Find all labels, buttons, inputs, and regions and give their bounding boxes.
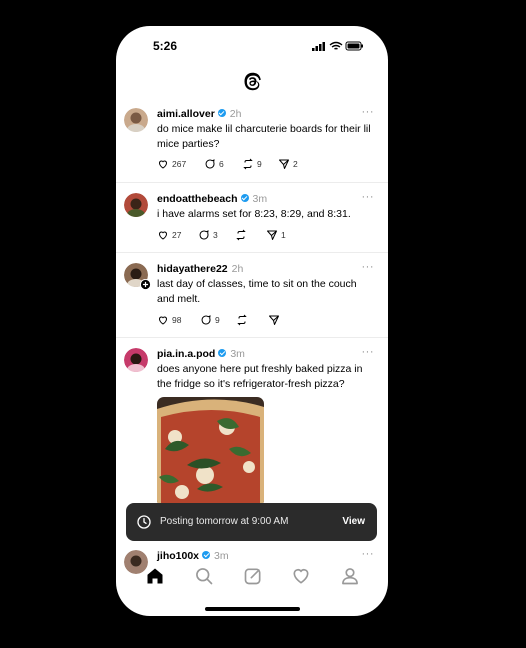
like-button[interactable]: 27 bbox=[157, 229, 181, 241]
more-options-icon[interactable]: ··· bbox=[362, 261, 375, 273]
like-button[interactable]: 267 bbox=[157, 158, 186, 170]
follow-plus-icon[interactable] bbox=[140, 279, 151, 290]
reply-button[interactable]: 6 bbox=[204, 158, 224, 170]
status-bar: 5:26 bbox=[116, 26, 388, 66]
repost-icon bbox=[243, 158, 253, 170]
share-count: 2 bbox=[293, 159, 298, 169]
clock-icon bbox=[137, 515, 151, 529]
reply-count: 3 bbox=[213, 230, 218, 240]
repost-button[interactable]: 9 bbox=[242, 158, 262, 170]
search-icon[interactable] bbox=[194, 566, 214, 586]
like-count: 98 bbox=[172, 315, 182, 325]
repost-icon bbox=[236, 229, 246, 241]
post-text: i have alarms set for 8:23, 8:29, and 8:… bbox=[157, 208, 351, 220]
post-time: 3m bbox=[214, 550, 229, 562]
post[interactable]: aimi.allover 2h ··· do mice make lil char… bbox=[116, 104, 388, 183]
share-button[interactable] bbox=[268, 314, 280, 326]
scheduled-post-toast: Posting tomorrow at 9:00 AM View bbox=[126, 503, 377, 541]
username[interactable]: endoatthebeach bbox=[157, 193, 238, 205]
compose-icon[interactable] bbox=[243, 566, 263, 586]
post-photo[interactable] bbox=[157, 397, 264, 507]
home-icon[interactable] bbox=[145, 566, 165, 586]
share-icon bbox=[267, 230, 277, 240]
repost-icon bbox=[237, 314, 247, 326]
share-icon bbox=[269, 315, 279, 325]
reply-icon bbox=[205, 159, 215, 169]
username[interactable]: hidayathere22 bbox=[157, 263, 228, 275]
verified-badge-icon bbox=[217, 109, 226, 117]
reply-count: 6 bbox=[219, 159, 224, 169]
like-button[interactable]: 98 bbox=[157, 314, 181, 326]
heart-icon bbox=[158, 316, 168, 325]
profile-icon[interactable] bbox=[340, 566, 360, 586]
toast-message: Posting tomorrow at 9:00 AM bbox=[160, 516, 289, 527]
post[interactable]: jiho100x 3m ··· bbox=[116, 546, 388, 574]
phone-screen: 5:26 aimi.allover 2h ··· do mice make lil… bbox=[116, 26, 388, 616]
avatar[interactable] bbox=[124, 348, 148, 372]
reply-button[interactable]: 3 bbox=[198, 229, 218, 241]
share-button[interactable]: 1 bbox=[266, 229, 286, 241]
post-text: do mice make lil charcuterie boards for … bbox=[157, 123, 371, 150]
status-icons bbox=[312, 41, 363, 51]
verified-badge-icon bbox=[240, 194, 249, 202]
share-icon bbox=[279, 159, 289, 169]
post-time: 3m bbox=[230, 348, 245, 360]
verified-badge-icon bbox=[202, 551, 211, 559]
bottom-nav bbox=[116, 566, 388, 590]
post[interactable]: hidayathere22 2h ··· last day of classes,… bbox=[116, 252, 388, 338]
reply-count: 9 bbox=[215, 315, 220, 325]
heart-icon[interactable] bbox=[291, 566, 311, 586]
post-header: pia.in.a.pod 3m bbox=[157, 348, 245, 360]
more-options-icon[interactable]: ··· bbox=[362, 346, 375, 358]
post-header: hidayathere22 2h bbox=[157, 263, 243, 275]
share-count: 1 bbox=[281, 230, 286, 240]
post-header: jiho100x 3m bbox=[157, 550, 229, 562]
toast-view-button[interactable]: View bbox=[342, 516, 365, 527]
reply-icon bbox=[201, 315, 211, 325]
post-text: does anyone here put freshly baked pizza… bbox=[157, 363, 363, 390]
like-count: 27 bbox=[172, 230, 182, 240]
like-count: 267 bbox=[172, 159, 187, 169]
more-options-icon[interactable]: ··· bbox=[362, 106, 375, 118]
threads-logo-icon[interactable] bbox=[240, 70, 264, 94]
username[interactable]: aimi.allover bbox=[157, 108, 215, 120]
reply-icon bbox=[199, 230, 209, 240]
avatar[interactable] bbox=[124, 193, 148, 217]
more-options-icon[interactable]: ··· bbox=[362, 548, 375, 560]
post-header: endoatthebeach 3m bbox=[157, 193, 267, 205]
avatar[interactable] bbox=[124, 108, 148, 132]
username[interactable]: pia.in.a.pod bbox=[157, 348, 215, 360]
status-time: 5:26 bbox=[153, 39, 178, 53]
post-text: last day of classes, time to sit on the … bbox=[157, 278, 357, 305]
username[interactable]: jiho100x bbox=[157, 550, 199, 562]
repost-button[interactable] bbox=[235, 229, 250, 241]
post-time: 2h bbox=[229, 108, 242, 120]
post[interactable]: endoatthebeach 3m ··· i have alarms set f… bbox=[116, 182, 388, 253]
post-header: aimi.allover 2h bbox=[157, 108, 241, 120]
post-time: 2h bbox=[231, 263, 244, 275]
heart-icon bbox=[158, 231, 168, 240]
share-button[interactable]: 2 bbox=[278, 158, 298, 170]
repost-count: 9 bbox=[257, 159, 262, 169]
heart-icon bbox=[158, 160, 168, 169]
verified-badge-icon bbox=[218, 349, 227, 357]
reply-button[interactable]: 9 bbox=[200, 314, 220, 326]
more-options-icon[interactable]: ··· bbox=[362, 191, 375, 203]
post-time: 3m bbox=[252, 193, 268, 205]
repost-button[interactable] bbox=[236, 314, 248, 326]
home-indicator bbox=[205, 607, 300, 611]
